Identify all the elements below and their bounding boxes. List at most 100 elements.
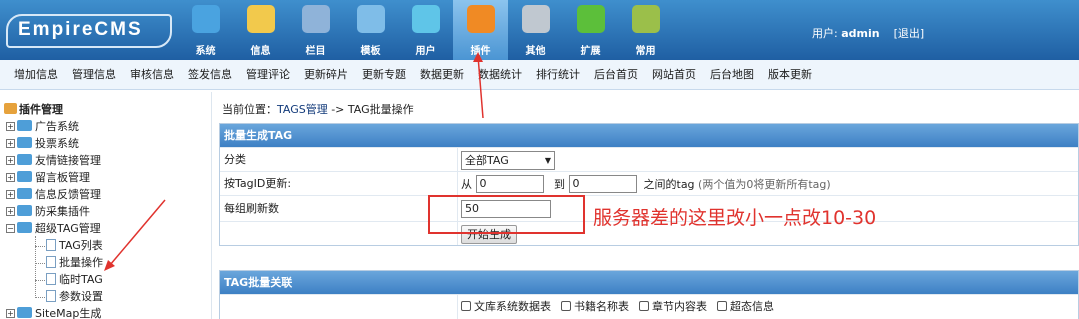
checkbox-row: 文库系统数据表 书籍名称表 章节内容表 超态信息: [220, 294, 1078, 319]
sidebar-item[interactable]: + 信息反馈管理: [6, 187, 101, 203]
breadcrumb-link-tags[interactable]: TAGS管理: [277, 103, 328, 116]
checkbox-icon[interactable]: [639, 301, 649, 311]
expand-icon[interactable]: +: [6, 190, 15, 199]
to-id-input[interactable]: 0: [568, 175, 637, 193]
quick-menu-item[interactable]: 管理评论: [246, 60, 290, 89]
user-area: 用户: admin [退出]: [812, 25, 924, 41]
checkbox-icon[interactable]: [717, 301, 727, 311]
empirecms-logo[interactable]: EmpireCMS: [6, 14, 172, 48]
quick-menu-item[interactable]: 更新碎片: [304, 60, 348, 89]
plus-circle-icon: [576, 5, 605, 33]
tagid-label: 按TagID更新:: [224, 177, 292, 190]
sidebar-item[interactable]: − 超级TAG管理: [6, 221, 101, 237]
nav-tab-0[interactable]: 系统: [178, 0, 233, 60]
quick-menu-item[interactable]: 数据更新: [420, 60, 464, 89]
nav-tab-2[interactable]: 栏目: [288, 0, 343, 60]
quick-menu-item[interactable]: 审核信息: [130, 60, 174, 89]
nav-label: 信息: [250, 46, 271, 57]
folder-icon: [17, 307, 32, 318]
nav-label: 栏目: [305, 46, 326, 57]
quick-menu-item[interactable]: 后台首页: [594, 60, 638, 89]
sidebar-subitem[interactable]: 参数设置: [46, 289, 103, 305]
checkbox-icon[interactable]: [561, 301, 571, 311]
quick-menu-item[interactable]: 网站首页: [652, 60, 696, 89]
nav-tab-7[interactable]: 扩展: [563, 0, 618, 60]
username: admin: [841, 27, 880, 40]
nav-tab-5[interactable]: 插件: [453, 0, 508, 60]
quick-menu-item[interactable]: 数据统计: [478, 60, 522, 89]
logo-text: EmpireCMS: [18, 19, 143, 40]
annotation-highlight-box: [428, 195, 585, 234]
folder-icon: [301, 5, 330, 33]
folder-icon: [17, 154, 32, 165]
annotation-note: 服务器差的这里改小一点改10-30: [593, 207, 877, 229]
folder-icon: [17, 120, 32, 131]
nav-tab-8[interactable]: 常用: [618, 0, 673, 60]
table-checkbox[interactable]: 书籍名称表: [561, 298, 629, 314]
user-label: 用户:: [812, 27, 838, 40]
logout-link[interactable]: [退出]: [894, 27, 925, 40]
nav-label: 其他: [525, 46, 546, 57]
sidebar-item[interactable]: + SiteMap生成: [6, 306, 101, 319]
page-icon: [46, 273, 56, 285]
main-nav: 系统 信息 栏目 模板 用户 插件 其他 扩展 常用: [178, 0, 673, 60]
sidebar-item[interactable]: + 友情链接管理: [6, 153, 101, 169]
plugin-icon: [4, 103, 17, 114]
quick-menu-item[interactable]: 版本更新: [768, 60, 812, 89]
folder-icon: [17, 222, 32, 233]
table-checkbox[interactable]: 章节内容表: [639, 298, 707, 314]
folder-icon: [17, 188, 32, 199]
bookmark-icon: [631, 5, 660, 33]
quick-menu-item[interactable]: 后台地图: [710, 60, 754, 89]
table-checkbox[interactable]: 文库系统数据表: [461, 298, 551, 314]
expand-icon[interactable]: +: [6, 173, 15, 182]
sidebar-item[interactable]: + 防采集插件: [6, 204, 90, 220]
folder-icon: [17, 205, 32, 216]
nav-label: 用户: [415, 46, 436, 57]
expand-icon[interactable]: +: [6, 139, 15, 148]
range-hint: (两个值为0将更新所有tag): [698, 178, 831, 191]
quick-menu-item[interactable]: 排行统计: [536, 60, 580, 89]
nav-tab-4[interactable]: 用户: [398, 0, 453, 60]
nav-label: 常用: [635, 46, 656, 57]
gear-icon: [521, 5, 550, 33]
nav-tab-1[interactable]: 信息: [233, 0, 288, 60]
edit-document-icon: [246, 5, 275, 33]
expand-icon[interactable]: +: [6, 122, 15, 131]
expand-icon[interactable]: −: [6, 224, 15, 233]
folder-icon: [17, 137, 32, 148]
sidebar-subitem[interactable]: TAG列表: [46, 238, 103, 254]
expand-icon[interactable]: +: [6, 207, 15, 216]
quick-menu-item[interactable]: 增加信息: [14, 60, 58, 89]
breadcrumb: 当前位置：TAGS管理 -> TAG批量操作: [222, 103, 414, 116]
nav-label: 扩展: [580, 46, 601, 57]
page-icon: [46, 290, 56, 302]
from-id-input[interactable]: 0: [475, 175, 544, 193]
nav-tab-3[interactable]: 模板: [343, 0, 398, 60]
quick-menu-item[interactable]: 管理信息: [72, 60, 116, 89]
chevron-down-icon: ▼: [544, 155, 551, 165]
checkbox-icon[interactable]: [461, 301, 471, 311]
category-row: 分类 全部TAG ▼: [220, 147, 1078, 171]
sidebar-subitem[interactable]: 批量操作: [46, 255, 103, 271]
quick-menu-item[interactable]: 更新专题: [362, 60, 406, 89]
sidebar-item[interactable]: + 留言板管理: [6, 170, 90, 186]
table-checkbox[interactable]: 超态信息: [717, 298, 774, 314]
sidebar-subitem[interactable]: 临时TAG: [46, 272, 103, 288]
top-header: EmpireCMS 系统 信息 栏目 模板 用户 插件 其他 扩展 常用 用户: admin […: [0, 0, 1079, 60]
tagid-range-row: 按TagID更新: 从 0 到 0 之间的tag (两个值为0将更新所有tag): [220, 171, 1078, 195]
category-select[interactable]: 全部TAG ▼: [461, 150, 555, 170]
nav-tab-6[interactable]: 其他: [508, 0, 563, 60]
quick-menu: 增加信息 管理信息 审核信息 签发信息 管理评论 更新碎片 更新专题 数据更新 数据统计 排行统计…: [0, 60, 1079, 90]
nav-label: 模板: [360, 46, 381, 57]
sidebar-item[interactable]: + 广告系统: [6, 119, 79, 135]
expand-icon[interactable]: +: [6, 156, 15, 165]
sidebar-item[interactable]: + 投票系统: [6, 136, 79, 152]
sidebar-title: 插件管理: [4, 101, 63, 117]
per-group-label: 每组刷新数: [224, 202, 279, 215]
expand-icon[interactable]: +: [6, 309, 15, 318]
user-icon: [411, 5, 440, 33]
nav-label: 系统: [195, 46, 216, 57]
sidebar: 插件管理 + 广告系统 + 投票系统 + 友情链接管理 + 留言板管理 + 信息反馈管理 + 防采集插…: [0, 92, 212, 319]
quick-menu-item[interactable]: 签发信息: [188, 60, 232, 89]
